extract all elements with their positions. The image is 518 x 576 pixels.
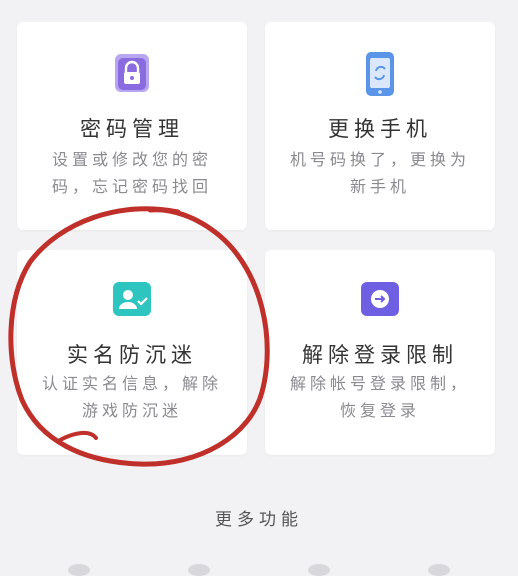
card-description: 设置或修改您的密码，忘记密码找回 (51, 150, 212, 196)
card-description: 解除帐号登录限制，恢复登录 (289, 374, 470, 420)
card-title: 更换手机 (328, 117, 432, 141)
partial-icon-peek (428, 564, 450, 576)
lock-icon (112, 50, 152, 100)
arrow-circle-icon (359, 280, 401, 322)
more-features-link[interactable]: 更多功能 (0, 505, 518, 530)
card-password-management[interactable]: 密码管理 设置或修改您的密码，忘记密码找回 (17, 22, 247, 230)
card-change-phone[interactable]: 更换手机 机号码换了，更换为新手机 (265, 22, 495, 230)
card-title: 实名防沉迷 (67, 343, 197, 367)
phone-icon (363, 50, 397, 102)
card-title: 解除登录限制 (302, 343, 458, 367)
card-remove-login-restriction[interactable]: 解除登录限制 解除帐号登录限制，恢复登录 (265, 250, 495, 455)
partial-icon-peek (188, 564, 210, 576)
card-title: 密码管理 (80, 117, 184, 141)
partial-icon-peek (308, 564, 330, 576)
card-description: 机号码换了，更换为新手机 (289, 150, 470, 196)
partial-icon-peek (68, 564, 90, 576)
card-real-name-anti-addiction[interactable]: 实名防沉迷 认证实名信息，解除游戏防沉迷 (17, 250, 247, 455)
card-description: 认证实名信息，解除游戏防沉迷 (41, 374, 222, 420)
id-card-icon (111, 280, 153, 322)
